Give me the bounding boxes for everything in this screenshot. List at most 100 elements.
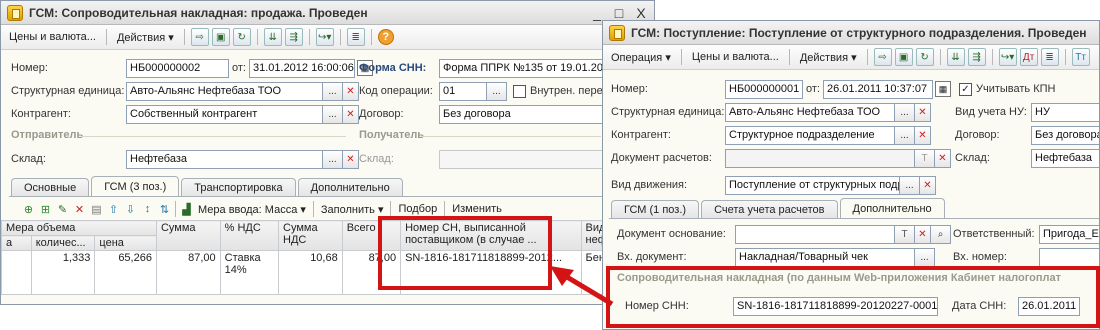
tab-additional[interactable]: Дополнительно [297,178,403,197]
end-edit-icon[interactable]: ▤ [89,202,104,217]
movement-field[interactable]: Поступление от структурных подраз [725,175,900,195]
number-field[interactable]: НБ000000002 [126,58,229,78]
select-button[interactable]: Подбор [394,203,441,215]
move-down-icon[interactable]: ⇩ [123,202,138,217]
tab-main[interactable]: Основные [11,178,90,197]
maximize-button[interactable]: □ [610,5,628,21]
col-amount[interactable]: Сумма [155,220,221,251]
actions-menu[interactable]: Действия ▾ [113,31,178,44]
r-warehouse-field[interactable]: Нефтебаза [1031,148,1099,168]
measure-input-menu[interactable]: Мера ввода: Масса ▾ [194,203,310,216]
basis-clear-icon[interactable]: ✕ [915,224,931,244]
opcode-field[interactable]: 01 [439,81,487,101]
structure-icon[interactable]: ⇶ [284,28,303,46]
r-number-field[interactable]: НБ000000001 [725,79,803,99]
navigate-icon[interactable]: ↪▾ [315,28,334,46]
cell-vat-sum[interactable]: 10,68 [278,250,343,295]
responsible-field[interactable]: Пригода_Е [1039,224,1099,244]
unit-field[interactable]: Авто-Альянс Нефтебаза ТОО [126,81,323,101]
help-icon[interactable]: ? [377,29,394,45]
cell-empty[interactable] [1,250,32,295]
date-field[interactable]: 31.01.2012 16:00:06 [248,58,355,78]
col-price[interactable]: цена [94,235,157,251]
edit-icon[interactable]: ✎ [55,202,70,217]
basis-search-icon[interactable]: ⌕ [931,224,951,244]
create-based-on-icon[interactable]: ⇊ [263,28,282,46]
counterparty-select-button[interactable]: ... [323,104,343,124]
refresh-icon[interactable]: ↻ [915,48,934,66]
warehouse-select-button[interactable]: ... [323,149,343,169]
report-icon[interactable]: ≣ [1040,48,1059,66]
cell-price[interactable]: 65,266 [94,250,157,295]
warehouse-field[interactable]: Нефтебаза [126,149,323,169]
prices-currency-button[interactable]: Цены и валюта... [5,31,100,43]
basis-type-icon[interactable]: T [895,224,915,244]
r-date-field[interactable]: 26.01.2011 10:37:07 [822,79,933,99]
r-unit-field[interactable]: Авто-Альянс Нефтебаза ТОО [725,102,895,122]
save-icon[interactable]: ▣ [211,28,230,46]
unit-select-button[interactable]: ... [323,81,343,101]
col-qty[interactable]: количес... [30,235,96,251]
in-doc-select-button[interactable]: ... [915,247,935,267]
contract-field[interactable]: Без договора [439,104,604,124]
navigate-icon[interactable]: ↪▾ [998,48,1017,66]
fill-menu[interactable]: Заполнить ▾ [317,203,388,216]
r-unit-select-button[interactable]: ... [895,102,915,122]
form-snn-field[interactable]: Форма ППРК №135 от 19.01.20 [439,58,604,78]
r-unit-clear-icon[interactable]: ✕ [915,102,931,122]
settlement-field[interactable] [725,148,915,168]
r-counterparty-clear-icon[interactable]: ✕ [915,125,931,145]
refresh-icon[interactable]: ↻ [232,28,251,46]
calendar-icon[interactable]: ▦ [934,81,951,97]
tab-accounts[interactable]: Счета учета расчетов [701,200,838,219]
kpn-checkbox[interactable]: ✓ [958,82,972,96]
copy-row-icon[interactable]: ⊞ [38,202,53,217]
cell-vat-pct[interactable]: Ставка 14% [219,250,280,295]
counterparty-field[interactable]: Собственный контрагент [126,104,323,124]
settlement-clear-icon[interactable]: ✕ [935,148,951,168]
debit-credit-icon[interactable]: Дт [1019,48,1038,66]
tab-gsm[interactable]: ГСМ (3 поз.) [91,176,180,197]
warehouse-clear-icon[interactable]: ✕ [343,149,359,169]
movement-clear-icon[interactable]: ✕ [920,175,936,195]
save-icon[interactable]: ▣ [894,48,913,66]
minimize-button[interactable]: _ [588,5,606,21]
tab-additional[interactable]: Дополнительно [839,198,945,219]
actions-menu[interactable]: Действия ▾ [796,51,861,64]
prices-currency-button[interactable]: Цены и валюта... [688,51,783,63]
cell-amount[interactable]: 87,00 [155,250,221,295]
movement-select-button[interactable]: ... [900,175,920,195]
cell-qty[interactable]: 1,333 [30,250,96,295]
nu-field[interactable]: НУ [1031,102,1099,122]
post-close-icon[interactable]: ⇨ [873,48,892,66]
opcode-select-button[interactable]: ... [487,81,507,101]
create-based-on-icon[interactable]: ⇊ [946,48,965,66]
unit-clear-icon[interactable]: ✕ [343,81,359,101]
operation-menu[interactable]: Операция ▾ [607,51,675,64]
r-counterparty-select-button[interactable]: ... [895,125,915,145]
tab-transport[interactable]: Транспортировка [181,178,296,197]
sort-asc-icon[interactable]: ↕ [140,202,155,217]
delete-icon[interactable]: ✕ [72,202,87,217]
col-vat-sum[interactable]: Сумма НДС [278,220,343,251]
change-button[interactable]: Изменить [448,203,506,215]
tab-gsm[interactable]: ГСМ (1 поз.) [611,200,700,219]
structure-icon[interactable]: ⇶ [967,48,986,66]
col-vat-pct[interactable]: % НДС [219,220,280,251]
counterparty-clear-icon[interactable]: ✕ [343,104,359,124]
sort-desc-icon[interactable]: ⇅ [157,202,172,217]
post-close-icon[interactable]: ⇨ [190,28,209,46]
col-measure[interactable]: Мера объема [1,220,157,236]
settlement-type-icon[interactable]: T [915,148,935,168]
add-row-icon[interactable]: ⊕ [21,202,36,217]
col-a[interactable]: а [1,235,32,251]
report-icon[interactable]: ≣ [346,28,365,46]
text-icon[interactable]: Тт [1071,48,1090,66]
in-num-field[interactable] [1039,247,1099,267]
close-button[interactable]: X [632,5,650,21]
internal-checkbox[interactable] [513,84,526,98]
basis-field[interactable] [735,224,895,244]
move-up-icon[interactable]: ⇧ [106,202,121,217]
r-counterparty-field[interactable]: Структурное подразделение [725,125,895,145]
in-doc-field[interactable]: Накладная/Товарный чек [735,247,915,267]
